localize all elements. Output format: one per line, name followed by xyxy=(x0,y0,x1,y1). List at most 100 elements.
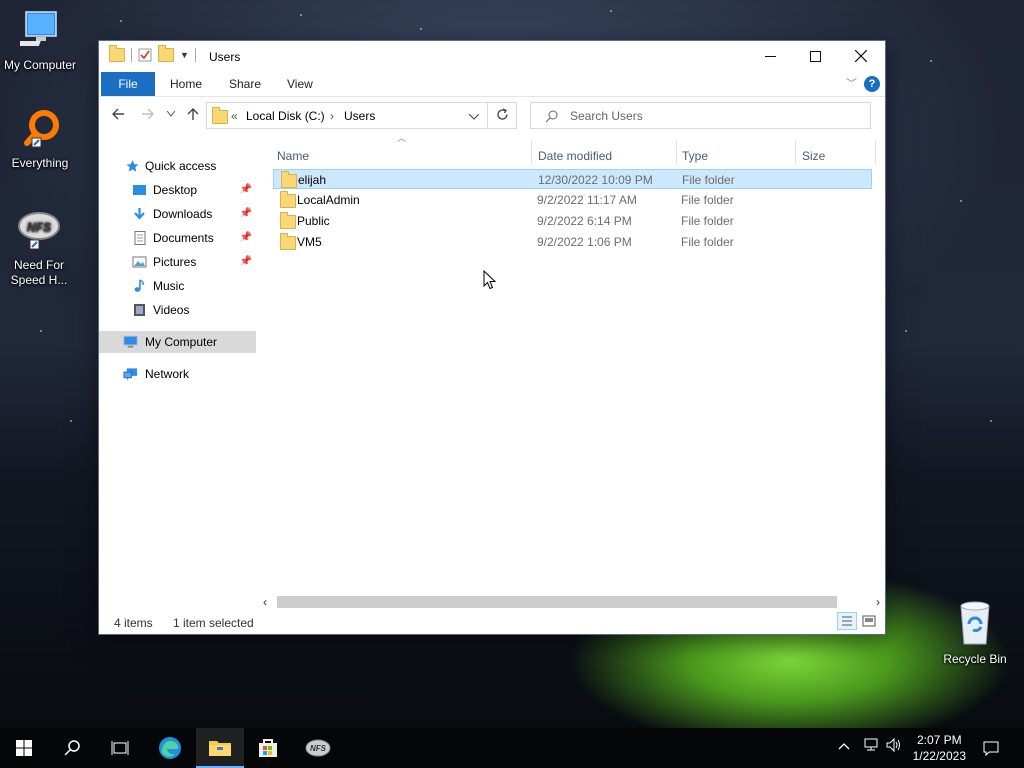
column-header-size[interactable]: Size xyxy=(802,145,825,167)
recent-locations-button[interactable] xyxy=(166,109,176,119)
file-row-localadmin[interactable]: LocalAdmin 9/2/2022 11:17 AM File folder xyxy=(273,190,872,210)
search-button[interactable] xyxy=(48,728,96,768)
help-button[interactable]: ? xyxy=(864,76,880,92)
address-dropdown-icon[interactable] xyxy=(468,109,480,123)
address-overflow[interactable]: « xyxy=(231,109,238,123)
search-box[interactable]: Search Users xyxy=(530,102,871,129)
breadcrumb-separator-icon[interactable]: › xyxy=(330,109,334,123)
notification-icon xyxy=(983,741,999,756)
tab-file[interactable]: File xyxy=(101,72,155,96)
address-bar[interactable]: « Local Disk (C:) › Users xyxy=(206,102,517,129)
nav-item-music[interactable]: Music xyxy=(99,275,256,297)
title-bar[interactable]: ▼ Users xyxy=(99,41,885,72)
folder-icon xyxy=(280,212,296,229)
column-header-date-modified[interactable]: Date modified xyxy=(538,145,612,167)
new-folder-icon[interactable] xyxy=(158,45,174,62)
desktop-icon-everything[interactable]: Everything xyxy=(0,108,80,171)
notifications-button[interactable] xyxy=(968,728,1014,768)
tab-home[interactable]: Home xyxy=(170,72,202,96)
desktop-icon-label: Recycle Bin xyxy=(943,652,1007,666)
scroll-right-icon[interactable]: › xyxy=(876,595,880,609)
task-view-button[interactable] xyxy=(96,728,144,768)
file-type: File folder xyxy=(682,173,735,187)
desktop-icon-label: Everything xyxy=(11,156,69,170)
scroll-left-icon[interactable]: ‹ xyxy=(263,595,267,609)
large-icons-view-button[interactable] xyxy=(861,613,877,629)
tab-view[interactable]: View xyxy=(287,72,313,96)
column-divider[interactable] xyxy=(531,139,532,165)
sort-ascending-icon: ︿ xyxy=(397,133,407,143)
desktop-icon-need-for-speed[interactable]: NFS Need For Speed H... xyxy=(0,210,78,288)
back-button[interactable] xyxy=(111,107,125,125)
network-status-icon xyxy=(864,738,878,751)
address-divider xyxy=(487,103,488,128)
svg-text:NFS: NFS xyxy=(310,744,327,753)
download-arrow-icon xyxy=(134,208,145,220)
show-hidden-icons-button[interactable] xyxy=(838,738,850,753)
column-divider[interactable] xyxy=(875,139,876,165)
nav-item-desktop[interactable]: Desktop 📌 xyxy=(99,179,256,201)
nav-item-videos[interactable]: Videos xyxy=(99,299,256,321)
search-icon xyxy=(545,110,558,123)
file-name: Public xyxy=(297,214,330,228)
nfs-game-icon: NFS xyxy=(305,739,331,757)
toolbar-divider xyxy=(194,48,196,62)
store-taskbar-button[interactable] xyxy=(244,728,292,768)
forward-button[interactable] xyxy=(141,107,155,125)
column-header-type[interactable]: Type xyxy=(682,145,708,167)
navigation-bar: « Local Disk (C:) › Users Search Users xyxy=(99,97,885,135)
tab-share[interactable]: Share xyxy=(229,72,261,96)
folder-icon xyxy=(109,45,125,62)
up-arrow-icon xyxy=(187,108,199,120)
file-row-elijah[interactable]: elijah 12/30/2022 10:09 PM File folder xyxy=(273,169,872,189)
file-explorer-icon xyxy=(209,741,231,756)
details-view-button[interactable] xyxy=(837,612,857,630)
nfs-taskbar-button[interactable]: NFS xyxy=(294,728,342,768)
maximize-button[interactable] xyxy=(792,41,838,71)
horizontal-scrollbar[interactable]: ‹ › xyxy=(259,594,884,610)
close-button[interactable] xyxy=(838,41,884,71)
file-row-vm5[interactable]: VM5 9/2/2022 1:06 PM File folder xyxy=(273,232,872,252)
up-button[interactable] xyxy=(186,107,200,125)
start-button[interactable] xyxy=(0,728,48,768)
details-view-icon xyxy=(842,616,852,626)
column-header-name[interactable]: Name xyxy=(277,145,309,167)
desktop-icon-label: My Computer xyxy=(3,58,77,72)
desktop-icon-recycle-bin[interactable]: Recycle Bin xyxy=(935,600,1015,667)
picture-icon xyxy=(132,256,147,268)
file-name: VM5 xyxy=(297,235,322,249)
network-tray-icon[interactable] xyxy=(862,738,880,755)
file-explorer-taskbar-button[interactable] xyxy=(196,728,244,768)
volume-tray-icon[interactable] xyxy=(886,737,902,755)
taskbar: NFS 2:07 PM 1/22/2023 xyxy=(0,728,1024,768)
desktop-icon-my-computer[interactable]: My Computer xyxy=(0,10,80,73)
taskbar-clock[interactable]: 2:07 PM 1/22/2023 xyxy=(913,732,966,764)
file-row-public[interactable]: Public 9/2/2022 6:14 PM File folder xyxy=(273,211,872,231)
file-date: 9/2/2022 6:14 PM xyxy=(537,214,632,228)
status-item-count: 4 items xyxy=(114,616,153,630)
breadcrumb-users[interactable]: Users xyxy=(344,109,375,123)
customize-toolbar-icon[interactable]: ▼ xyxy=(180,50,189,60)
refresh-icon xyxy=(497,108,508,120)
breadcrumb-local-disk[interactable]: Local Disk (C:) xyxy=(246,109,325,123)
properties-icon[interactable] xyxy=(138,48,152,62)
refresh-button[interactable] xyxy=(496,108,509,124)
expand-ribbon-icon[interactable]: ﹀ xyxy=(846,75,857,91)
computer-icon xyxy=(123,335,138,348)
minimize-button[interactable] xyxy=(747,41,793,71)
nav-quick-access[interactable]: Quick access xyxy=(99,155,256,177)
recycle-bin-icon xyxy=(935,600,1015,650)
column-divider[interactable] xyxy=(676,139,677,165)
network-icon xyxy=(123,368,138,380)
nav-my-computer[interactable]: My Computer xyxy=(99,331,256,353)
nav-network[interactable]: Network xyxy=(99,363,256,385)
column-divider[interactable] xyxy=(795,139,796,165)
star-icon xyxy=(126,160,139,172)
file-date: 9/2/2022 1:06 PM xyxy=(537,235,632,249)
nav-item-downloads[interactable]: Downloads 📌 xyxy=(99,203,256,225)
edge-taskbar-button[interactable] xyxy=(146,728,194,768)
music-note-icon xyxy=(134,279,144,292)
nav-item-pictures[interactable]: Pictures 📌 xyxy=(99,251,256,273)
scrollbar-thumb[interactable] xyxy=(277,596,837,608)
nav-item-documents[interactable]: Documents 📌 xyxy=(99,227,256,249)
